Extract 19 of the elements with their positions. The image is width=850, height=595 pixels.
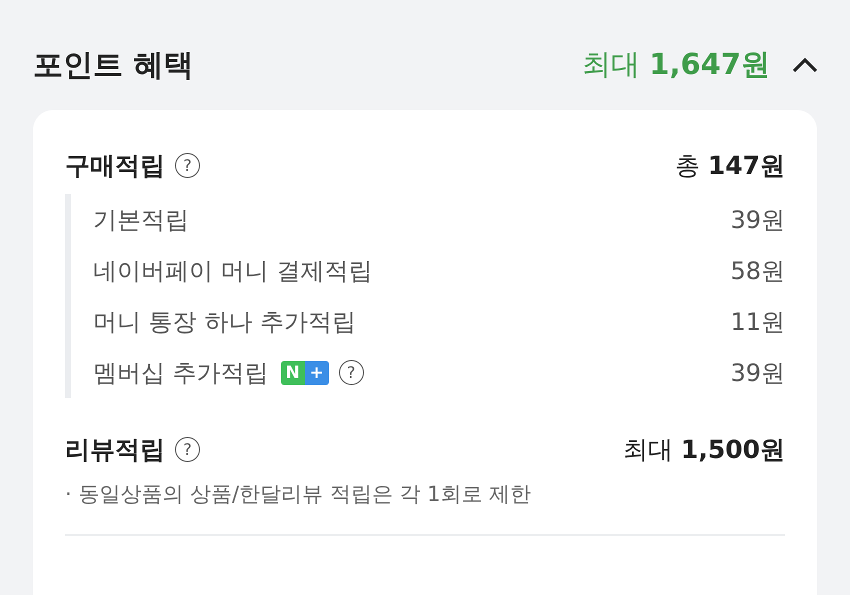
category-title: 구매적립: [65, 150, 165, 182]
item-label: 기본적립: [93, 204, 189, 236]
category-title: 리뷰적립: [65, 434, 165, 466]
item-amount: 11원: [730, 306, 785, 338]
section-title: 포인트 혜택: [33, 46, 194, 84]
item-amount: 39원: [730, 204, 785, 236]
item-label: 머니 통장 하나 추가적립: [93, 306, 356, 338]
item-label: 네이버페이 머니 결제적립: [93, 256, 372, 286]
category-amount: 총 147원: [674, 150, 785, 182]
help-icon[interactable]: ?: [175, 152, 200, 178]
help-icon[interactable]: ?: [175, 436, 200, 462]
item-amount: 39원: [730, 358, 785, 388]
item-label: 멤버십 추가적립: [93, 358, 269, 388]
collapse-toggle-icon[interactable]: [790, 55, 820, 75]
help-icon[interactable]: ?: [338, 360, 364, 385]
category-amount: 최대 1,500원: [622, 434, 785, 466]
max-points: 최대 1,647원: [582, 46, 770, 83]
item-amount: 58원: [730, 256, 785, 286]
note-text: · 동일상품의 상품/한달리뷰 적립은 각 1회로 제한: [65, 481, 532, 508]
